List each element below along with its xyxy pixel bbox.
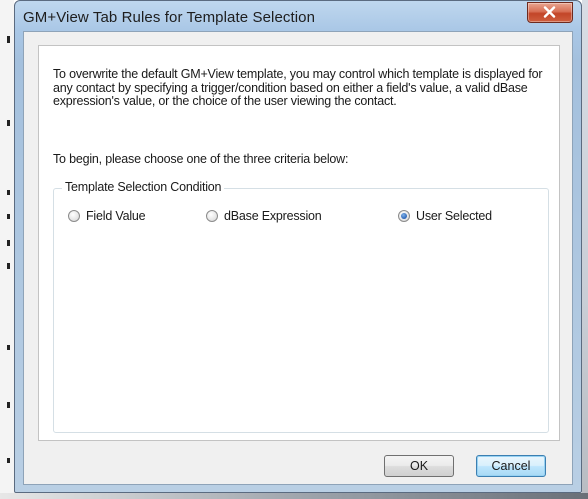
background-mark: [7, 240, 10, 246]
radio-label-dbase-expression: dBase Expression: [224, 209, 322, 223]
radio-button-user-selected[interactable]: [398, 210, 410, 222]
window-title: GM+View Tab Rules for Template Selection: [23, 9, 316, 26]
ok-button[interactable]: OK: [384, 455, 454, 477]
background-mark: [7, 120, 10, 126]
radio-dbase-expression[interactable]: dBase Expression: [206, 209, 322, 223]
cancel-button[interactable]: Cancel: [476, 455, 546, 477]
radio-user-selected[interactable]: User Selected: [398, 209, 492, 223]
description-text: To overwrite the default GM+View templat…: [53, 67, 543, 108]
background-mark: [7, 402, 10, 408]
close-icon: [543, 6, 556, 18]
background-mark: [7, 36, 10, 43]
radio-field-value[interactable]: Field Value: [68, 209, 146, 223]
background-right-strip: [582, 0, 588, 499]
group-legend: Template Selection Condition: [62, 180, 225, 194]
background-left-strip: [0, 0, 14, 499]
instruction-text: To begin, please choose one of the three…: [53, 152, 349, 166]
background-mark: [7, 214, 10, 219]
dialog-window: GM+View Tab Rules for Template Selection…: [14, 0, 582, 493]
content-panel: To overwrite the default GM+View templat…: [38, 45, 560, 441]
close-button[interactable]: [527, 2, 573, 23]
background-mark: [7, 458, 10, 463]
background-mark: [7, 190, 10, 195]
template-selection-condition-group: Template Selection Condition Field Value…: [53, 180, 549, 433]
background-bottom-strip: [0, 493, 588, 499]
radio-button-field-value[interactable]: [68, 210, 80, 222]
title-bar[interactable]: GM+View Tab Rules for Template Selection: [15, 1, 581, 31]
radio-label-user-selected: User Selected: [416, 209, 492, 223]
background-mark: [7, 345, 10, 350]
background-mark: [7, 263, 10, 269]
radio-label-field-value: Field Value: [86, 209, 146, 223]
radio-button-dbase-expression[interactable]: [206, 210, 218, 222]
dialog-client-area: To overwrite the default GM+View templat…: [23, 31, 573, 485]
